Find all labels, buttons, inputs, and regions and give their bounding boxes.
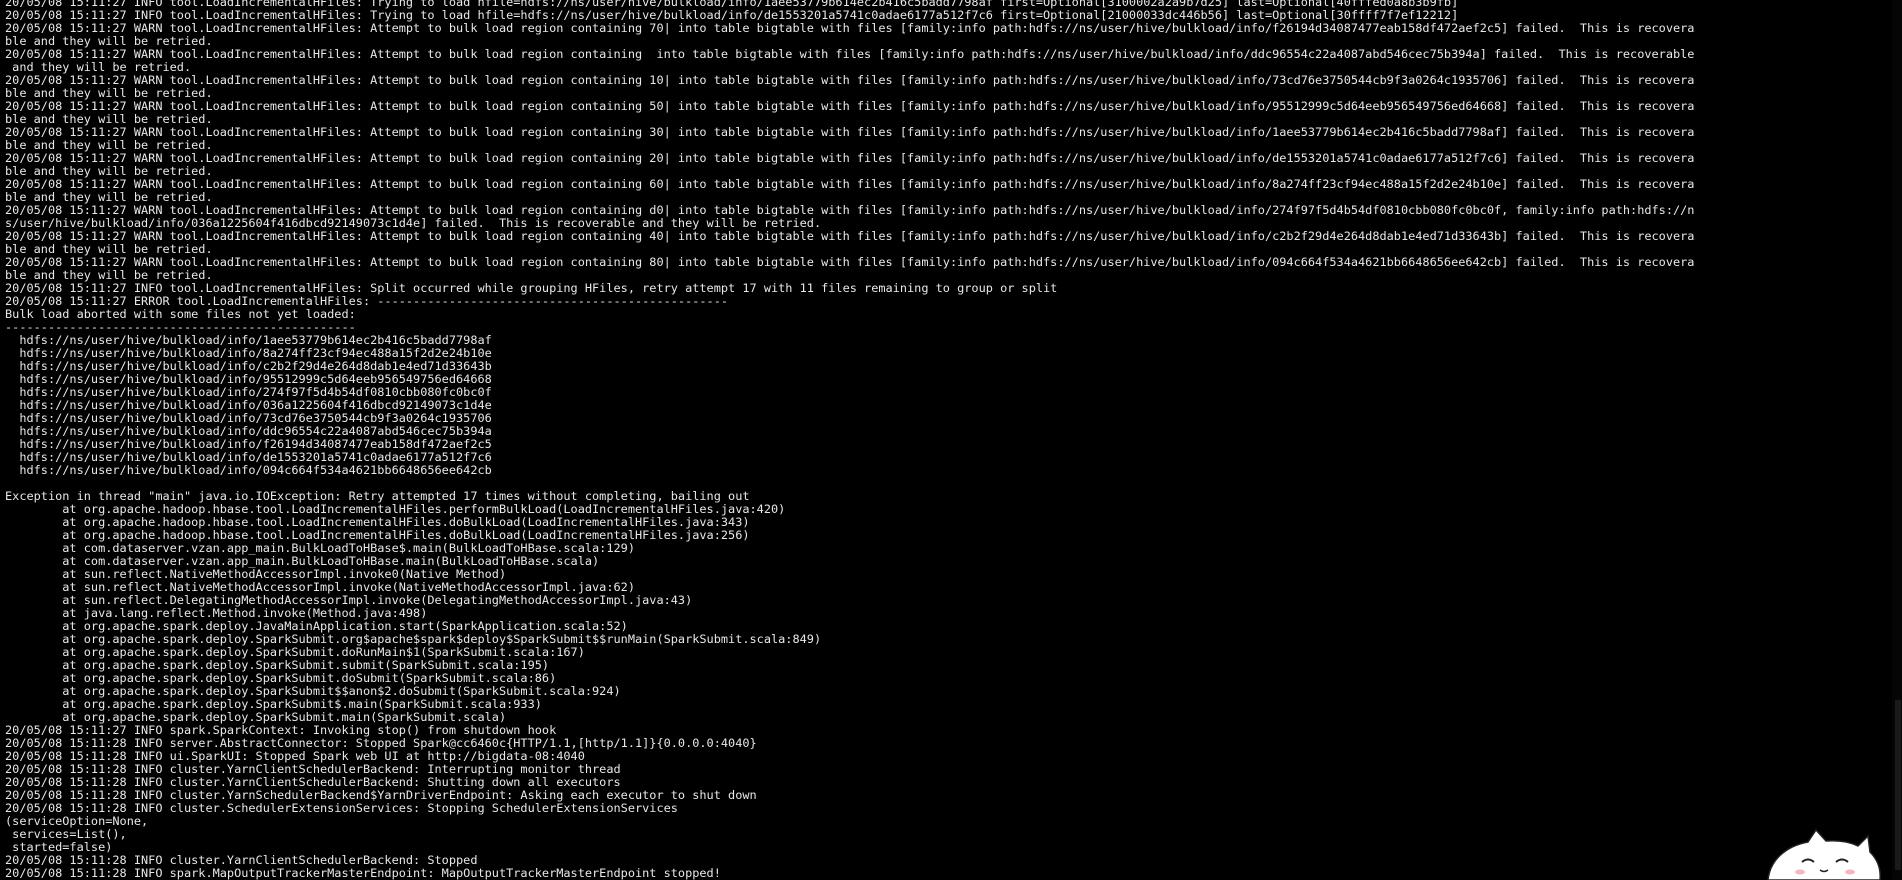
terminal-line: Bulk load aborted with some files not ye… (5, 308, 356, 321)
terminal-line: hdfs://ns/user/hive/bulkload/info/094c66… (5, 464, 492, 477)
terminal-line: 20/05/08 15:11:27 WARN tool.LoadIncremen… (5, 126, 1695, 139)
terminal-line: 20/05/08 15:11:27 WARN tool.LoadIncremen… (5, 22, 1695, 35)
cat-sticker-icon (1767, 828, 1881, 880)
terminal-line: at sun.reflect.NativeMethodAccessorImpl.… (5, 581, 635, 594)
terminal-line: 20/05/08 15:11:28 INFO cluster.YarnClien… (5, 854, 478, 867)
terminal-line: at java.lang.reflect.Method.invoke(Metho… (5, 607, 428, 620)
terminal-line: started=false) (5, 841, 113, 854)
terminal-line: 20/05/08 15:11:27 INFO tool.LoadIncremen… (5, 9, 1459, 22)
terminal-line: hdfs://ns/user/hive/bulkload/info/73cd76… (5, 412, 492, 425)
terminal-output[interactable]: 20/05/08 15:11:27 INFO tool.LoadIncremen… (5, 0, 1902, 880)
terminal-line: at org.apache.spark.deploy.SparkSubmit.m… (5, 711, 507, 724)
terminal-line: at org.apache.spark.deploy.SparkSubmit.o… (5, 633, 822, 646)
terminal-line: at com.dataserver.vzan.app_main.BulkLoad… (5, 542, 635, 555)
terminal-line: hdfs://ns/user/hive/bulkload/info/274f97… (5, 386, 492, 399)
terminal-line: 20/05/08 15:11:27 INFO spark.SparkContex… (5, 724, 557, 737)
terminal-line: 20/05/08 15:11:28 INFO spark.MapOutputTr… (5, 867, 721, 880)
terminal-line: 20/05/08 15:11:28 INFO cluster.YarnSched… (5, 789, 757, 802)
terminal-line: 20/05/08 15:11:27 WARN tool.LoadIncremen… (5, 74, 1695, 87)
terminal-line: 20/05/08 15:11:28 INFO cluster.YarnClien… (5, 776, 621, 789)
terminal-line: at org.apache.spark.deploy.SparkSubmit.d… (5, 646, 585, 659)
terminal-line: at org.apache.spark.deploy.JavaMainAppli… (5, 620, 628, 633)
terminal-line: 20/05/08 15:11:28 INFO ui.SparkUI: Stopp… (5, 750, 585, 763)
terminal-line: at org.apache.hadoop.hbase.tool.LoadIncr… (5, 516, 750, 529)
terminal-line: at org.apache.spark.deploy.SparkSubmit.s… (5, 659, 550, 672)
terminal-line: hdfs://ns/user/hive/bulkload/info/1aee53… (5, 334, 492, 347)
terminal-line: ble and they will be retried. (5, 191, 213, 204)
terminal-line: ble and they will be retried. (5, 269, 213, 282)
terminal-line: 20/05/08 15:11:27 INFO tool.LoadIncremen… (5, 0, 1459, 9)
terminal-line: 20/05/08 15:11:27 WARN tool.LoadIncremen… (5, 256, 1695, 269)
terminal-line: 20/05/08 15:11:27 INFO tool.LoadIncremen… (5, 282, 1058, 295)
terminal-line: at org.apache.hadoop.hbase.tool.LoadIncr… (5, 503, 786, 516)
terminal-line: at org.apache.spark.deploy.SparkSubmit.d… (5, 672, 557, 685)
scrollbar-thumb[interactable] (1895, 700, 1901, 870)
terminal-line: 20/05/08 15:11:27 WARN tool.LoadIncremen… (5, 178, 1695, 191)
terminal-line: 20/05/08 15:11:27 WARN tool.LoadIncremen… (5, 100, 1695, 113)
terminal-line: 20/05/08 15:11:27 WARN tool.LoadIncremen… (5, 48, 1695, 61)
terminal-line: 20/05/08 15:11:27 WARN tool.LoadIncremen… (5, 230, 1695, 243)
terminal-line: ble and they will be retried. (5, 113, 213, 126)
terminal-line: ble and they will be retried. (5, 165, 213, 178)
terminal-line: at com.dataserver.vzan.app_main.BulkLoad… (5, 555, 600, 568)
terminal-line: at sun.reflect.NativeMethodAccessorImpl.… (5, 568, 507, 581)
terminal-line: 20/05/08 15:11:27 WARN tool.LoadIncremen… (5, 152, 1695, 165)
terminal-line: 20/05/08 15:11:27 ERROR tool.LoadIncreme… (5, 295, 729, 308)
terminal-line: at org.apache.spark.deploy.SparkSubmit$.… (5, 698, 542, 711)
terminal-line: at org.apache.spark.deploy.SparkSubmit$$… (5, 685, 621, 698)
terminal-line: 20/05/08 15:11:28 INFO server.AbstractCo… (5, 737, 757, 750)
terminal-line: ble and they will be retried. (5, 35, 213, 48)
terminal-line: 20/05/08 15:11:28 INFO cluster.YarnClien… (5, 763, 621, 776)
terminal-line: hdfs://ns/user/hive/bulkload/info/de1553… (5, 451, 492, 464)
scrollbar[interactable] (1892, 0, 1902, 880)
terminal-line: hdfs://ns/user/hive/bulkload/info/955129… (5, 373, 492, 386)
terminal-line: hdfs://ns/user/hive/bulkload/info/036a12… (5, 399, 492, 412)
terminal-window[interactable]: 20/05/08 15:11:27 INFO tool.LoadIncremen… (0, 0, 1902, 880)
terminal-line: hdfs://ns/user/hive/bulkload/info/f26194… (5, 438, 492, 451)
terminal-line: ble and they will be retried. (5, 139, 213, 152)
terminal-line: 20/05/08 15:11:27 WARN tool.LoadIncremen… (5, 204, 1695, 217)
terminal-line: s/user/hive/bulkload/info/036a1225604f41… (5, 217, 822, 230)
terminal-line: hdfs://ns/user/hive/bulkload/info/ddc965… (5, 425, 492, 438)
terminal-line: at sun.reflect.DelegatingMethodAccessorI… (5, 594, 693, 607)
terminal-line: hdfs://ns/user/hive/bulkload/info/c2b2f2… (5, 360, 492, 373)
terminal-line: ----------------------------------------… (5, 321, 356, 334)
terminal-line: ble and they will be retried. (5, 243, 213, 256)
terminal-line: Exception in thread "main" java.io.IOExc… (5, 490, 750, 503)
terminal-line: at org.apache.hadoop.hbase.tool.LoadIncr… (5, 529, 750, 542)
terminal-line: ble and they will be retried. (5, 87, 213, 100)
terminal-line: 20/05/08 15:11:28 INFO cluster.Scheduler… (5, 802, 678, 815)
terminal-line: and they will be retried. (5, 61, 192, 74)
terminal-line: (serviceOption=None, (5, 815, 149, 828)
terminal-line: services=List(), (5, 828, 127, 841)
terminal-line: hdfs://ns/user/hive/bulkload/info/8a274f… (5, 347, 492, 360)
